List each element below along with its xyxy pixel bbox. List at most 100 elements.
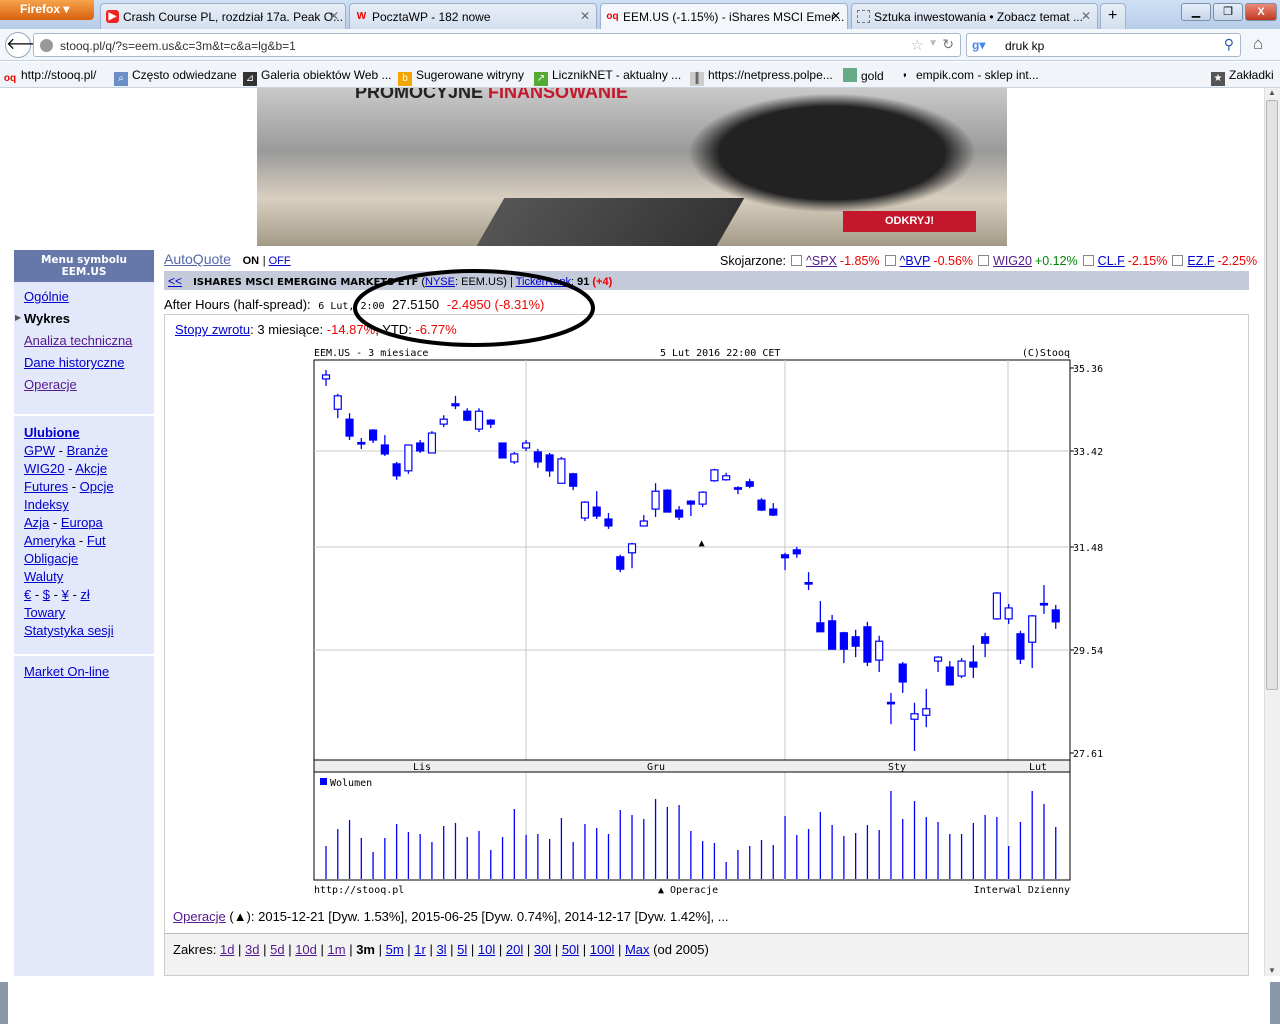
bookmark-sugerowane[interactable]: b Sugerowane witryny [398, 68, 524, 86]
search-box[interactable]: g▾ druk kp ⚲ [966, 33, 1241, 57]
related-checkbox[interactable] [884, 255, 896, 266]
home-icon[interactable]: ⌂ [1253, 34, 1263, 54]
related-checkbox[interactable] [1172, 255, 1184, 266]
close-tab-icon[interactable]: ✕ [1081, 9, 1091, 23]
range-option-10l[interactable]: 10l [478, 942, 495, 957]
favorite-link[interactable]: Europa [61, 515, 103, 530]
range-option-5l[interactable]: 5l [457, 942, 467, 957]
favorite-link[interactable]: Fut [87, 533, 106, 548]
favorite-link[interactable]: Indeksy [24, 497, 69, 512]
range-option-Max[interactable]: Max [625, 942, 650, 957]
autoquote-row: AutoQuote ON | OFF [164, 251, 291, 267]
banner-cta-button[interactable]: ODKRYJ! [843, 211, 976, 232]
tab-sztuka-inwestowania[interactable]: Sztuka inwestowania • Zobacz temat ... ✕ [851, 3, 1098, 29]
related-checkbox[interactable] [1082, 255, 1094, 266]
favorite-link[interactable]: GPW [24, 443, 55, 458]
related-checkbox[interactable] [791, 255, 803, 266]
favorite-link[interactable]: $ [43, 587, 50, 602]
bookmark-gold[interactable]: gold [843, 68, 884, 83]
tab-crash-course[interactable]: ▶ Crash Course PL, rozdział 17a. Peak O..… [100, 3, 346, 29]
scroll-down-icon[interactable]: ▼ [1268, 966, 1276, 975]
range-option-10d[interactable]: 10d [295, 942, 317, 957]
sidebar-item-dane-historyczne[interactable]: Dane historyczne [24, 355, 124, 370]
bookmark-label: http://stooq.pl/ [21, 68, 97, 82]
bookmark-liczniknet[interactable]: ↗ LicznikNET - aktualny ... [534, 68, 681, 86]
history-dropdown-icon[interactable]: ▼ [928, 38, 938, 49]
advertisement-banner[interactable]: PROMOCYJNE FINANSOWANIE ODKRYJ! [257, 88, 1007, 246]
favorite-link[interactable]: Akcje [75, 461, 107, 476]
autoquote-link[interactable]: AutoQuote [164, 251, 231, 267]
favorite-link[interactable]: ¥ [62, 587, 69, 602]
related-symbol-link[interactable]: WIG20 [993, 254, 1032, 268]
sidebar-item-ogolnie[interactable]: Ogólnie [24, 289, 69, 304]
close-window-button[interactable]: X [1245, 3, 1277, 21]
related-item: WIG20 +0.12% [978, 254, 1078, 268]
bookmark-netpress[interactable]: ║ https://netpress.polpe... [690, 68, 833, 86]
minimize-button[interactable]: ▁ [1181, 3, 1211, 21]
url-bar[interactable]: stooq.pl/q/?s=eem.us&c=3m&t=c&a=lg&b=1 ☆… [33, 33, 961, 57]
related-checkbox[interactable] [978, 255, 990, 266]
favorite-link[interactable]: Opcje [80, 479, 114, 494]
range-option-3l[interactable]: 3l [436, 942, 446, 957]
related-symbol-link[interactable]: EZ.F [1187, 254, 1214, 268]
reload-icon[interactable]: ↻ [942, 36, 954, 53]
range-option-50l[interactable]: 50l [562, 942, 579, 957]
sidebar-item-wykres[interactable]: Wykres [24, 311, 70, 326]
related-symbol-link[interactable]: CL.F [1098, 254, 1125, 268]
search-icon[interactable]: ⚲ [1224, 36, 1234, 53]
favorite-link[interactable]: Ameryka [24, 533, 75, 548]
firefox-menu-button[interactable]: Firefox ▾ [0, 0, 94, 20]
back-link[interactable]: << [168, 274, 182, 288]
scrollbar-thumb[interactable] [1266, 100, 1278, 690]
back-button[interactable]: 🡐 [5, 32, 49, 58]
symbol-menu-sidebar: Menu symbolu EEM.US Ogólnie ▶ Wykres Anal… [14, 250, 154, 976]
returns-link[interactable]: Stopy zwrotu [175, 322, 250, 337]
bookmark-galeria[interactable]: ⊿ Galeria obiektów Web ... [243, 68, 392, 86]
exchange-link[interactable]: NYSE [425, 276, 455, 288]
bookmark-empik[interactable]: ❜ empik.com - sklep int... [898, 68, 1038, 86]
sidebar-item-analiza-techniczna[interactable]: Analiza techniczna [24, 333, 132, 348]
bookmark-star-icon[interactable]: ☆ [911, 36, 924, 54]
range-option-5d[interactable]: 5d [270, 942, 284, 957]
favorite-link[interactable]: Azja [24, 515, 49, 530]
autoquote-off-link[interactable]: OFF [269, 255, 291, 267]
related-symbol-link[interactable]: ^SPX [806, 254, 837, 268]
range-option-3d[interactable]: 3d [245, 942, 259, 957]
operations-link[interactable]: Operacje [173, 909, 226, 924]
favorite-link[interactable]: Obligacje [24, 551, 78, 566]
close-tab-icon[interactable]: ✕ [580, 9, 590, 23]
favorite-link[interactable]: Branże [67, 443, 108, 458]
favorite-link[interactable]: Futures [24, 479, 68, 494]
sidebar-favorites-title[interactable]: Ulubione [24, 425, 80, 440]
range-option-20l[interactable]: 20l [506, 942, 523, 957]
tickerrank-link[interactable]: TickerRank [516, 276, 571, 288]
gold-icon [843, 68, 857, 82]
tab-pocztawp[interactable]: W PocztaWP - 182 nowe ✕ [349, 3, 597, 29]
close-tab-icon[interactable]: ✕ [831, 9, 841, 23]
bookmark-czesto-odwiedzane[interactable]: ⌕ Często odwiedzane [114, 68, 237, 86]
tab-eem-us[interactable]: oq EEM.US (-1.15%) - iShares MSCI Emer...… [600, 3, 848, 29]
range-option-1m[interactable]: 1m [328, 942, 346, 957]
market-online-link[interactable]: Market On-line [24, 664, 109, 679]
new-tab-button[interactable]: + [1100, 3, 1126, 29]
favorite-link[interactable]: Towary [24, 605, 65, 620]
favorite-link[interactable]: € [24, 587, 31, 602]
sidebar-item-operacje[interactable]: Operacje [24, 377, 77, 392]
close-tab-icon[interactable]: ✕ [329, 9, 339, 23]
bookmark-stooq[interactable]: oq http://stooq.pl/ [3, 68, 97, 86]
favorite-link[interactable]: Waluty [24, 569, 63, 584]
autoquote-on: ON [242, 255, 260, 267]
scroll-up-icon[interactable]: ▲ [1268, 88, 1276, 97]
favorite-link[interactable]: WIG20 [24, 461, 64, 476]
bookmarks-menu-button[interactable]: ★ Zakładki [1211, 68, 1274, 86]
range-option-1r[interactable]: 1r [414, 942, 426, 957]
restore-button[interactable]: ❐ [1213, 3, 1243, 21]
range-option-1d[interactable]: 1d [220, 942, 234, 957]
returns-ytd-value: -6.77% [415, 322, 457, 337]
range-option-5m[interactable]: 5m [386, 942, 404, 957]
favorite-link[interactable]: Statystyka sesji [24, 623, 114, 638]
range-option-100l[interactable]: 100l [590, 942, 615, 957]
favorite-link[interactable]: zł [80, 587, 89, 602]
range-option-30l[interactable]: 30l [534, 942, 551, 957]
related-symbol-link[interactable]: ^BVP [900, 254, 931, 268]
